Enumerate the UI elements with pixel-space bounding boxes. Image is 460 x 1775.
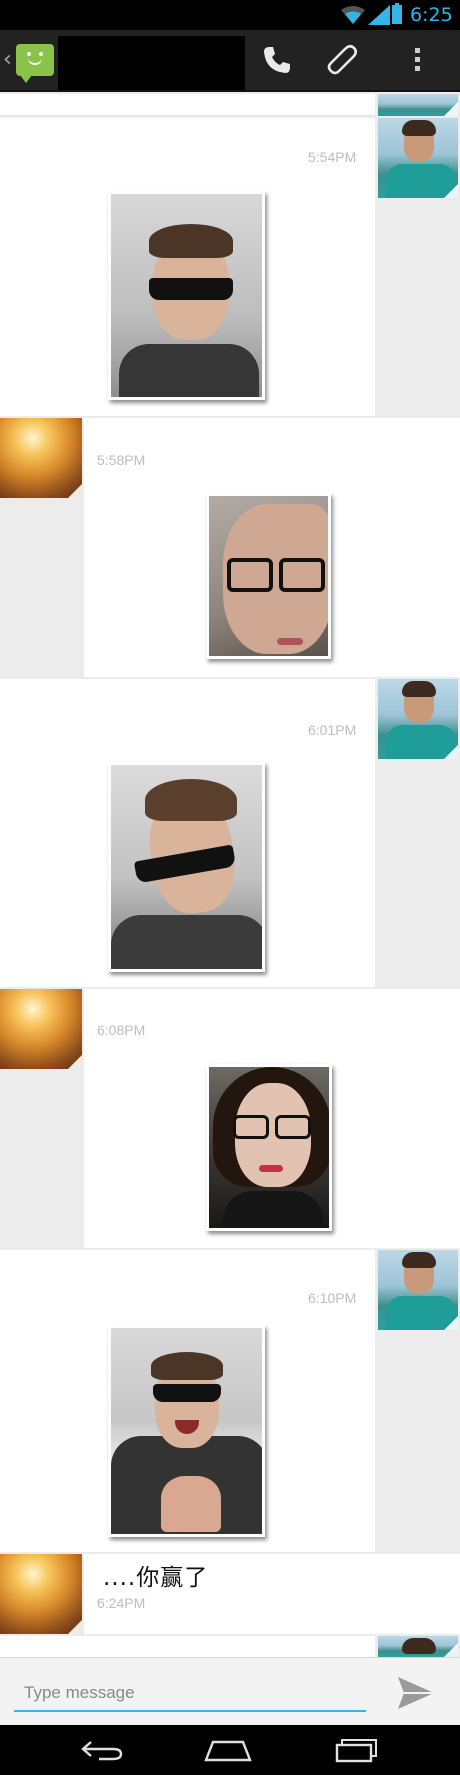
wifi-icon [341, 6, 365, 24]
message-photo[interactable] [108, 762, 265, 972]
home-button[interactable] [198, 1733, 258, 1767]
message-text: ....你赢了 [103, 1565, 209, 1591]
message-bubble-incoming-partial[interactable] [0, 1636, 375, 1657]
back-button[interactable] [72, 1733, 132, 1767]
message-timestamp: 6:10PM [308, 1290, 357, 1306]
message-timestamp: 5:58PM [97, 452, 146, 468]
message-timestamp: 6:24PM [97, 1595, 146, 1611]
message-photo[interactable] [206, 1064, 332, 1231]
message-timestamp: 6:01PM [308, 722, 357, 738]
overflow-menu-button[interactable] [397, 40, 437, 80]
message-bubble-outgoing[interactable]: 6:08PM [84, 989, 460, 1248]
contact-avatar[interactable] [378, 1636, 458, 1657]
app-icon-eye [39, 52, 43, 56]
battery-icon [392, 3, 402, 24]
contact-avatar[interactable] [378, 679, 458, 759]
attach-button[interactable] [322, 40, 362, 80]
message-bubble-outgoing[interactable]: ....你赢了 6:24PM [84, 1554, 460, 1634]
message-photo[interactable] [108, 1325, 265, 1537]
compose-bar [0, 1657, 460, 1725]
message-bubble-outgoing[interactable]: 5:58PM [84, 418, 460, 677]
message-bubble-previous[interactable] [0, 94, 375, 116]
message-input[interactable] [14, 1672, 366, 1712]
navigation-bar [0, 1725, 460, 1775]
contact-avatar[interactable] [378, 1250, 458, 1330]
message-bubble-incoming[interactable]: 6:01PM [0, 679, 375, 987]
message-photo[interactable] [206, 493, 331, 659]
recent-apps-icon [335, 1739, 377, 1763]
phone-icon [264, 47, 290, 73]
contact-name-redacted[interactable] [58, 36, 245, 90]
paperclip-icon [327, 44, 358, 75]
recent-apps-button[interactable] [326, 1733, 386, 1767]
my-avatar[interactable] [0, 1554, 82, 1634]
contact-avatar[interactable] [378, 118, 458, 198]
send-button[interactable] [394, 1673, 438, 1713]
status-clock: 6:25 [410, 4, 453, 26]
my-avatar[interactable] [0, 418, 82, 498]
app-icon-eye [27, 52, 31, 56]
home-icon [204, 1740, 252, 1762]
messaging-app-icon[interactable] [16, 44, 54, 83]
back-icon [81, 1741, 123, 1761]
my-avatar[interactable] [0, 989, 82, 1069]
contact-avatar[interactable] [378, 94, 458, 116]
send-icon [398, 1677, 434, 1709]
app-icon-smile [28, 58, 42, 65]
message-bubble-incoming[interactable]: 6:10PM [0, 1250, 375, 1552]
message-timestamp: 6:08PM [97, 1022, 146, 1038]
messaging-screen: 6:25 ‹ 5:54PM 5:58PM 6:01PM 6:08PM 6:10P… [0, 0, 460, 1775]
message-bubble-incoming[interactable]: 5:54PM [0, 118, 375, 416]
call-button[interactable] [257, 40, 297, 80]
status-bar: 6:25 [0, 0, 460, 30]
up-chevron-icon[interactable]: ‹ [3, 47, 12, 72]
overflow-menu-icon [415, 48, 420, 71]
message-timestamp: 5:54PM [308, 149, 357, 165]
message-photo[interactable] [108, 191, 265, 400]
cell-signal-icon [368, 5, 390, 25]
